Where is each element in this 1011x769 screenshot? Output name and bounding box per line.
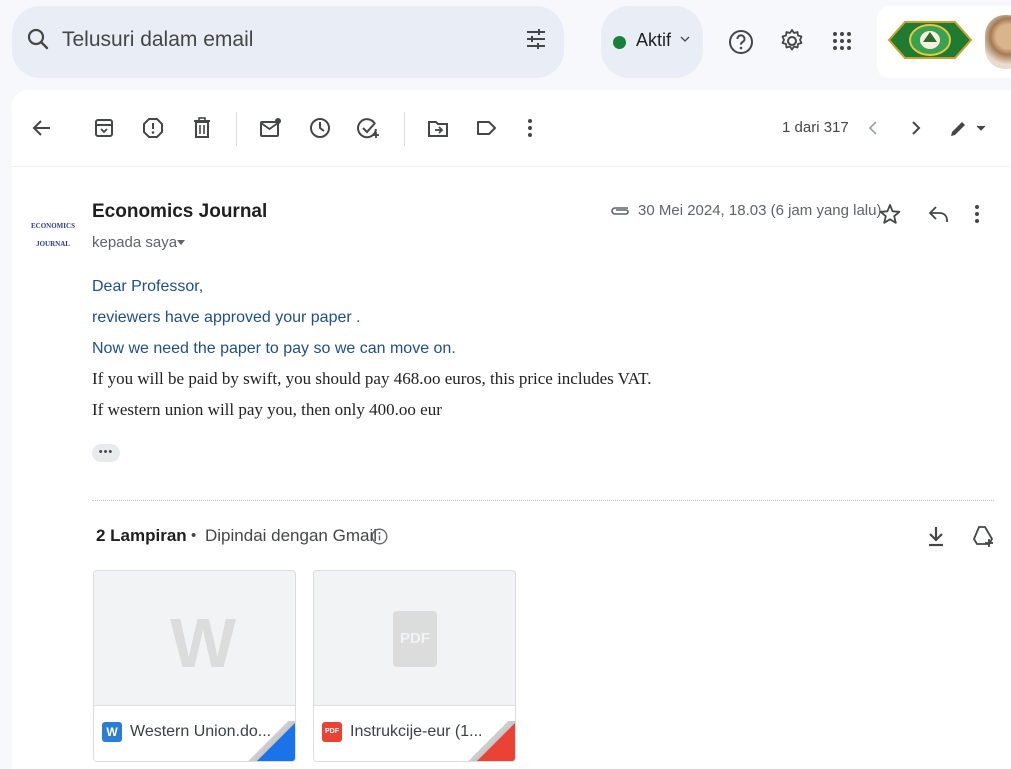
pen-icon[interactable]	[948, 117, 988, 139]
info-icon[interactable]	[371, 528, 388, 545]
chevron-left-icon[interactable]	[866, 117, 880, 139]
report-spam-icon[interactable]	[142, 117, 164, 139]
sender-name[interactable]: Economics Journal	[92, 201, 267, 223]
status-label[interactable]: Aktif	[636, 30, 671, 51]
message-timestamp: 30 Mei 2024, 18.03 (6 jam yang lalu)	[638, 202, 882, 219]
toolbar-divider	[236, 112, 237, 146]
scan-status: Dipindai dengan Gmail	[205, 526, 377, 545]
label-icon[interactable]	[476, 117, 498, 139]
search-input[interactable]: Telusuri dalam email	[62, 28, 253, 52]
reply-icon[interactable]	[928, 204, 950, 224]
search-icon[interactable]	[26, 27, 50, 51]
chevron-right-icon[interactable]	[909, 117, 923, 139]
sender-logo-line2: JOURNAL	[36, 240, 70, 248]
tune-icon[interactable]	[524, 27, 548, 51]
attachments-divider	[92, 500, 994, 501]
chevron-down-icon[interactable]	[680, 35, 690, 43]
status-dot-icon	[613, 36, 626, 49]
mark-unread-icon[interactable]	[259, 117, 283, 139]
move-to-icon[interactable]	[427, 117, 449, 139]
organization-logo-icon	[887, 16, 973, 64]
archive-icon[interactable]	[94, 117, 114, 139]
add-task-icon[interactable]	[357, 117, 381, 139]
more-vertical-icon[interactable]	[525, 117, 535, 139]
word-preview-glyph: W	[170, 604, 237, 682]
add-to-drive-icon[interactable]	[971, 524, 995, 548]
sender-logo-line1: ECONOMICS	[31, 222, 75, 230]
toolbar-divider	[404, 112, 405, 146]
fold-corner-color	[477, 723, 515, 761]
back-arrow-icon[interactable]	[31, 117, 53, 139]
attachment-separator: •	[191, 527, 197, 544]
message-counter: 1 dari 317	[782, 119, 849, 136]
delete-icon[interactable]	[193, 117, 211, 139]
pdf-file-icon: PDF	[322, 722, 342, 742]
fold-corner-color	[257, 723, 295, 761]
body-line: If western union will pay you, then only…	[92, 400, 442, 419]
snooze-icon[interactable]	[309, 117, 331, 139]
avatar[interactable]	[985, 15, 1011, 69]
body-line: reviewers have approved your paper .	[92, 309, 361, 326]
sender-avatar: ECONOMICS JOURNAL	[30, 217, 76, 253]
word-file-icon: W	[102, 722, 122, 742]
attachment-card-pdf[interactable]: PDF PDF Instrukcije-eur (1...	[313, 570, 516, 762]
caret-down-icon[interactable]	[176, 239, 186, 247]
apps-icon[interactable]	[832, 31, 852, 51]
message-more-icon[interactable]	[972, 203, 982, 225]
body-line: Now we need the paper to pay so we can m…	[92, 340, 456, 357]
body-line: If you will be paid by swift, you should…	[92, 369, 652, 388]
recipient-details[interactable]: kepada saya	[92, 234, 177, 251]
toolbar-separator	[12, 166, 1010, 167]
star-icon[interactable]	[879, 203, 901, 225]
attachment-card-word[interactable]: W W Western Union.do...	[93, 570, 296, 762]
paperclip-icon	[609, 204, 631, 218]
gear-icon[interactable]	[779, 28, 805, 54]
show-trimmed-content-button[interactable]: •••	[92, 444, 120, 462]
help-icon[interactable]	[728, 29, 754, 55]
attachment-count: 2 Lampiran	[96, 526, 187, 545]
pdf-preview-glyph: PDF	[393, 611, 437, 667]
body-line: Dear Professor,	[92, 278, 204, 295]
download-all-icon[interactable]	[926, 524, 946, 548]
